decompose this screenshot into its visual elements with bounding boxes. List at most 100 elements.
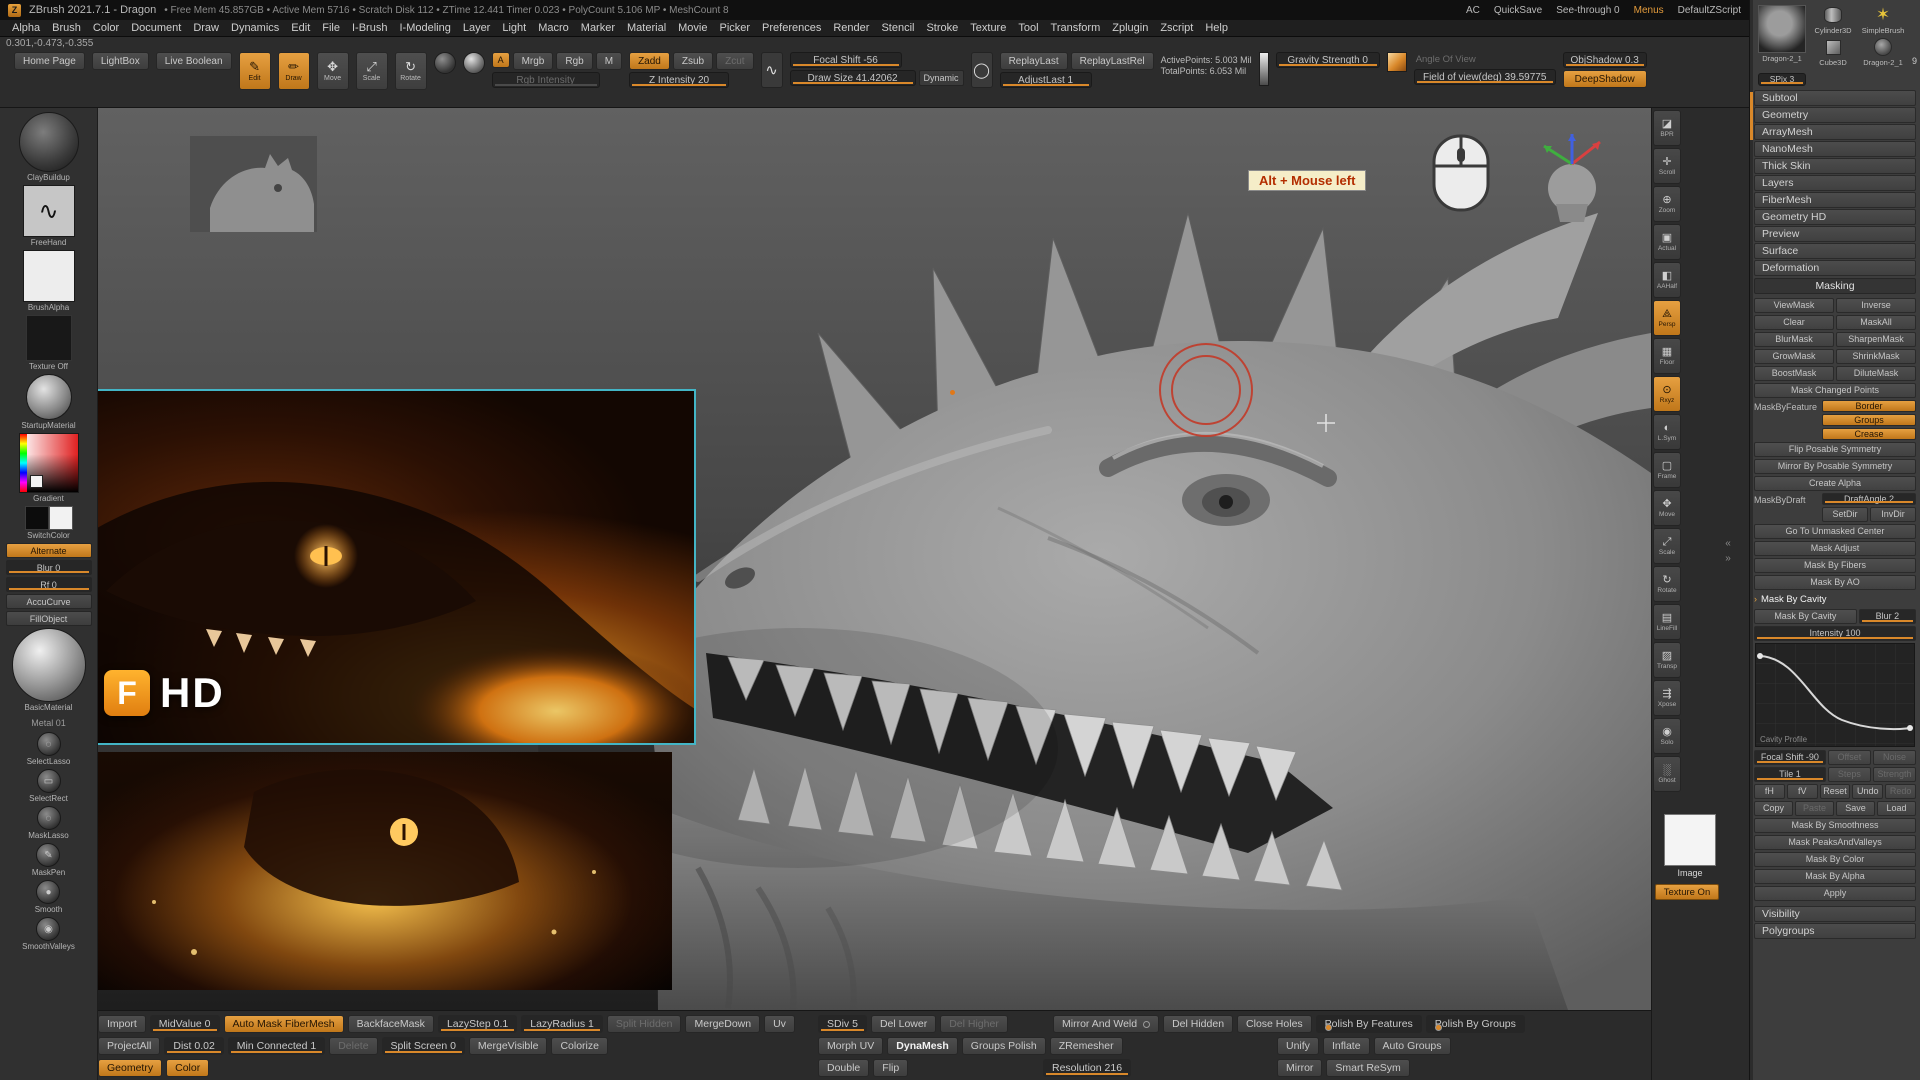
double[interactable]: Double — [818, 1059, 869, 1077]
mask-peaksandvalleys[interactable]: Mask PeaksAndValleys — [1754, 835, 1916, 850]
left-rf-0[interactable]: Rf 0 — [6, 577, 92, 592]
adjust-last-slider[interactable]: AdjustLast 1 — [1000, 72, 1092, 88]
z-intensity-slider[interactable]: Z Intensity 20 — [629, 72, 729, 88]
left-blur-0[interactable]: Blur 0 — [6, 560, 92, 575]
gravity-direction-widget[interactable] — [1259, 52, 1269, 86]
shelf-actual[interactable]: ▣Actual — [1653, 224, 1681, 260]
mask-by-cavity-header[interactable]: › Mask By Cavity — [1754, 592, 1916, 607]
del-hidden[interactable]: Del Hidden — [1163, 1015, 1233, 1033]
menu-layer[interactable]: Layer — [457, 22, 497, 34]
tile-1[interactable]: Tile 1 — [1754, 767, 1826, 782]
section-surface[interactable]: Surface — [1754, 243, 1916, 259]
dynamic-toggle[interactable]: Dynamic — [919, 70, 964, 86]
mask-changed-points[interactable]: Mask Changed Points — [1754, 383, 1916, 398]
draft-angle-slider[interactable]: DraftAngle 2 — [1822, 493, 1916, 505]
apply[interactable]: Apply — [1754, 886, 1916, 901]
deep-shadow-button[interactable]: DeepShadow — [1563, 70, 1647, 88]
menu-brush[interactable]: Brush — [46, 22, 87, 34]
left-alternate[interactable]: Alternate — [6, 543, 92, 558]
go-to-unmasked-center[interactable]: Go To Unmasked Center — [1754, 524, 1916, 539]
maskall[interactable]: MaskAll — [1836, 315, 1916, 330]
tool-slot-simplebrush[interactable]: ✶ SimpleBrush — [1861, 5, 1905, 35]
auto-groups[interactable]: Auto Groups — [1374, 1037, 1451, 1055]
spix-slider[interactable]: SPix 3 — [1758, 73, 1806, 86]
section-thick-skin[interactable]: Thick Skin — [1754, 158, 1916, 174]
rgb-intensity-slider[interactable]: Rgb Intensity — [492, 72, 600, 88]
gradient-swatch-icon[interactable] — [1387, 52, 1407, 72]
rotate-mode-button[interactable]: ↻ Rotate — [395, 52, 427, 90]
shelf-zoom[interactable]: ⊕Zoom — [1653, 186, 1681, 222]
reference-image-smaug-2[interactable] — [98, 752, 672, 990]
mirror[interactable]: Mirror — [1277, 1059, 1322, 1077]
current-tool-thumbnail[interactable]: Dragon-2_1 — [1758, 5, 1806, 67]
move-mode-button[interactable]: ✥ Move — [317, 52, 349, 90]
zcut-button[interactable]: Zcut — [716, 52, 753, 70]
steps[interactable]: Steps — [1828, 767, 1871, 782]
unify[interactable]: Unify — [1277, 1037, 1319, 1055]
del-higher[interactable]: Del Higher — [940, 1015, 1008, 1033]
menu-zscript[interactable]: Zscript — [1154, 22, 1199, 34]
texture-on-button[interactable]: Texture On — [1655, 884, 1719, 900]
inv-dir-button[interactable]: InvDir — [1870, 507, 1916, 522]
left-slot-startupmaterial[interactable]: StartupMaterial — [21, 374, 75, 430]
menu-tool[interactable]: Tool — [1012, 22, 1044, 34]
mask-by-cavity[interactable]: Mask By Cavity — [1754, 609, 1857, 624]
field-of-view-slider[interactable]: Field of view(deg) 39.59775 — [1414, 69, 1556, 85]
paste[interactable]: Paste — [1795, 801, 1834, 816]
menu-i-brush[interactable]: I-Brush — [346, 22, 393, 34]
shelf-linefill[interactable]: ▤LineFill — [1653, 604, 1681, 640]
flip-posable-symmetry[interactable]: Flip Posable Symmetry — [1754, 442, 1916, 457]
groups-polish[interactable]: Groups Polish — [962, 1037, 1046, 1055]
focal-shift-slider[interactable]: Focal Shift -56 — [790, 52, 902, 68]
feature-border[interactable]: Border — [1822, 400, 1916, 412]
left-slot-selectrect[interactable]: ▭SelectRect — [29, 769, 68, 803]
live-boolean-button[interactable]: Live Boolean — [156, 52, 232, 70]
mrgb-button[interactable]: Mrgb — [513, 52, 554, 70]
dilutemask[interactable]: DiluteMask — [1836, 366, 1916, 381]
shelf-rxyz[interactable]: ⊙Rxyz — [1653, 376, 1681, 412]
edit-mode-button[interactable]: ✎ Edit — [239, 52, 271, 90]
inflate[interactable]: Inflate — [1323, 1037, 1370, 1055]
offset[interactable]: Offset — [1828, 750, 1871, 765]
copy[interactable]: Copy — [1754, 801, 1793, 816]
projectall[interactable]: ProjectAll — [98, 1037, 160, 1055]
min-connected-1[interactable]: Min Connected 1 — [228, 1037, 325, 1055]
flip[interactable]: Flip — [873, 1059, 908, 1077]
sharpenmask[interactable]: SharpenMask — [1836, 332, 1916, 347]
menu-material[interactable]: Material — [621, 22, 672, 34]
shelf-aahalf[interactable]: ◧AAHalf — [1653, 262, 1681, 298]
menu-zplugin[interactable]: Zplugin — [1106, 22, 1154, 34]
masking-section-header[interactable]: Masking — [1754, 278, 1916, 294]
left-slot-selectlasso[interactable]: ◌SelectLasso — [27, 732, 71, 766]
save[interactable]: Save — [1836, 801, 1875, 816]
shelf-scale[interactable]: ⤢Scale — [1653, 528, 1681, 564]
load[interactable]: Load — [1877, 801, 1916, 816]
menu-color[interactable]: Color — [87, 22, 125, 34]
create-alpha[interactable]: Create Alpha — [1754, 476, 1916, 491]
left-accucurve[interactable]: AccuCurve — [6, 594, 92, 609]
fv[interactable]: fV — [1787, 784, 1818, 799]
section-polygroups[interactable]: Polygroups — [1754, 923, 1916, 939]
shelf-solo[interactable]: ◉Solo — [1653, 718, 1681, 754]
dist-0-02[interactable]: Dist 0.02 — [164, 1037, 223, 1055]
replay-last-rel-button[interactable]: ReplayLastRel — [1071, 52, 1154, 70]
titlebar-see-through-0[interactable]: See-through 0 — [1556, 5, 1619, 16]
menu-stencil[interactable]: Stencil — [875, 22, 920, 34]
redo[interactable]: Redo — [1885, 784, 1916, 799]
sculpt-viewport[interactable]: F HD Alt + Mouse left — [98, 108, 1651, 1010]
left-slot-smooth[interactable]: ●Smooth — [35, 880, 63, 914]
document-thumbnail[interactable] — [190, 136, 317, 232]
tray-divider-handle[interactable]: «» — [1720, 536, 1736, 566]
lightbox-button[interactable]: LightBox — [92, 52, 149, 70]
section-preview[interactable]: Preview — [1754, 226, 1916, 242]
menu-help[interactable]: Help — [1199, 22, 1234, 34]
home-page-button[interactable]: Home Page — [14, 52, 85, 70]
mergevisible[interactable]: MergeVisible — [469, 1037, 548, 1055]
section-geometry[interactable]: Geometry — [1754, 107, 1916, 123]
polish-by-features[interactable]: Polish By Features — [1316, 1015, 1422, 1033]
color[interactable]: Color — [166, 1059, 209, 1077]
import[interactable]: Import — [98, 1015, 146, 1033]
stroke-preview-icon[interactable] — [434, 52, 456, 74]
split-screen-0[interactable]: Split Screen 0 — [382, 1037, 465, 1055]
reset[interactable]: Reset — [1820, 784, 1851, 799]
